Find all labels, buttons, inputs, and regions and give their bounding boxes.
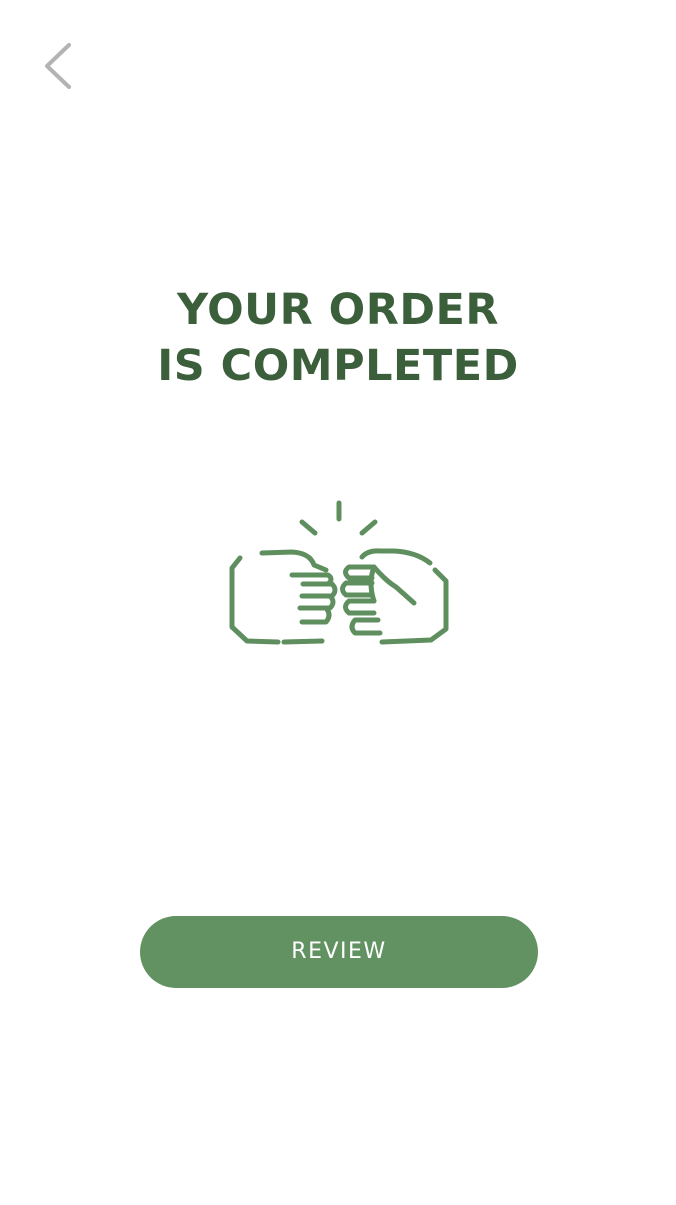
page-title: YOUR ORDER IS COMPLETED xyxy=(0,282,676,394)
back-button[interactable] xyxy=(34,36,82,96)
title-line-1: YOUR ORDER xyxy=(177,285,499,335)
fist-bump-icon xyxy=(229,500,449,645)
fist-bump-illustration xyxy=(222,495,454,653)
chevron-left-icon xyxy=(45,43,71,89)
title-line-2: IS COMPLETED xyxy=(157,341,519,391)
review-button[interactable]: REVIEW xyxy=(140,916,538,988)
